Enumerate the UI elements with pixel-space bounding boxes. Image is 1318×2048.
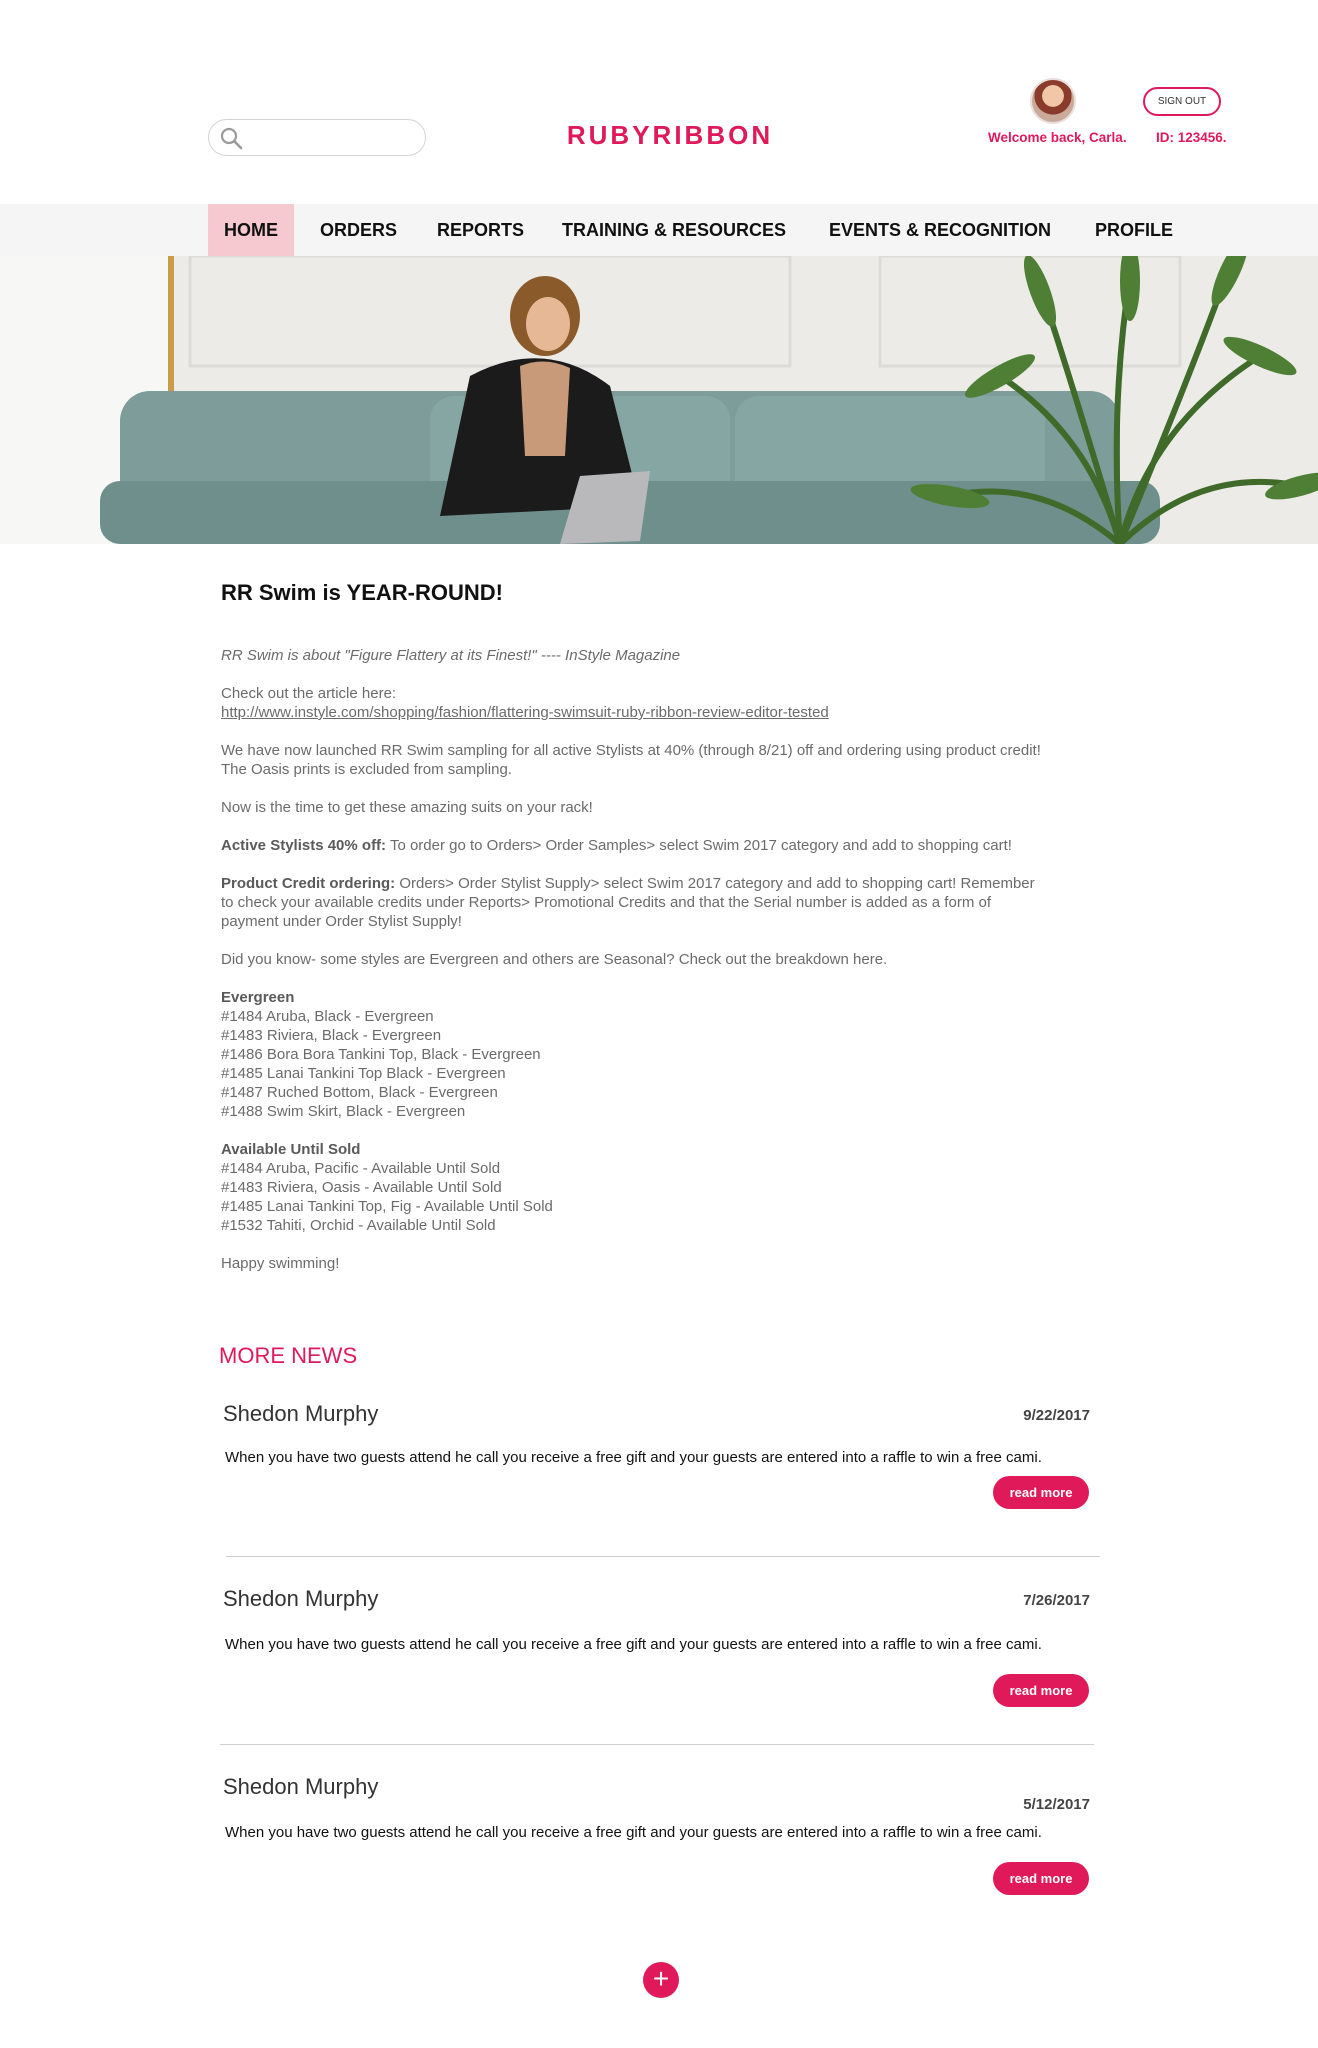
closing-text: Happy swimming! (221, 1255, 340, 1272)
news-date: 9/22/2017 (1023, 1407, 1090, 1424)
read-more-button[interactable]: read more (993, 1476, 1089, 1509)
divider (220, 1744, 1094, 1745)
list-item: #1486 Bora Bora Tankini Top, Black - Eve… (221, 1046, 541, 1063)
news-author: Shedon Murphy (223, 1401, 379, 1426)
list-item: #1487 Ruched Bottom, Black - Evergreen (221, 1084, 498, 1101)
launch-line-2: The Oasis prints is excluded from sampli… (221, 761, 512, 778)
article: RR Swim is YEAR-ROUND! RR Swim is about … (221, 580, 1101, 1292)
brand-logo[interactable]: RUBYRIBBON (520, 120, 820, 151)
product-credit-body-2: to check your available credits under Re… (221, 894, 991, 911)
active-stylists-text: Active Stylists 40% off: To order go to … (221, 836, 1101, 855)
more-news-title: MORE NEWS (219, 1343, 358, 1368)
active-stylists-body: To order go to Orders> Order Samples> se… (386, 837, 1012, 854)
nav-item-profile[interactable]: PROFILE (1095, 204, 1173, 256)
launch-text: We have now launched RR Swim sampling fo… (221, 741, 1101, 779)
welcome-text: Welcome back, Carla. (988, 130, 1127, 145)
nav-item-events-recognition[interactable]: EVENTS & RECOGNITION (829, 204, 1051, 256)
search-icon (220, 127, 243, 150)
list-item: #1483 Riviera, Oasis - Available Until S… (221, 1179, 502, 1196)
divider (226, 1556, 1100, 1557)
news-text: When you have two guests attend he call … (225, 1636, 1042, 1653)
plus-icon[interactable]: + (643, 1962, 679, 1998)
product-credit-body-3: payment under Order Stylist Supply! (221, 913, 462, 930)
now-time-text: Now is the time to get these amazing sui… (221, 799, 593, 816)
list-item: #1484 Aruba, Black - Evergreen (221, 1008, 434, 1025)
hero-image (0, 256, 1318, 544)
read-more-button[interactable]: read more (993, 1862, 1089, 1895)
news-date: 7/26/2017 (1023, 1592, 1090, 1609)
check-out-text: Check out the article here: (221, 685, 397, 702)
evergreen-list: Evergreen #1484 Aruba, Black - Evergreen… (221, 988, 1101, 1121)
article-title: RR Swim is YEAR-ROUND! (221, 580, 503, 605)
list-item: #1532 Tahiti, Orchid - Available Until S… (221, 1217, 496, 1234)
nav-item-reports[interactable]: REPORTS (437, 204, 524, 256)
did-you-know-text: Did you know- some styles are Evergreen … (221, 951, 888, 968)
news-text: When you have two guests attend he call … (225, 1824, 1042, 1841)
list-item: #1484 Aruba, Pacific - Available Until S… (221, 1160, 501, 1177)
hero-banner (0, 256, 1318, 544)
list-item: #1488 Swim Skirt, Black - Evergreen (221, 1103, 466, 1120)
list-item: #1485 Lanai Tankini Top, Fig - Available… (221, 1198, 553, 1215)
avatar[interactable] (1030, 78, 1076, 124)
read-more-button[interactable]: read more (993, 1674, 1089, 1707)
article-quote: RR Swim is about "Figure Flattery at its… (221, 647, 681, 664)
sign-out-button[interactable]: SIGN OUT (1143, 87, 1221, 116)
article-link[interactable]: http://www.instyle.com/shopping/fashion/… (221, 703, 1101, 722)
available-title: Available Until Sold (221, 1141, 361, 1158)
nav-item-home[interactable]: HOME (208, 204, 294, 256)
product-credit-text: Product Credit ordering: Orders> Order S… (221, 874, 1101, 931)
news-text: When you have two guests attend he call … (225, 1449, 1042, 1466)
launch-line-1: We have now launched RR Swim sampling fo… (221, 742, 1041, 759)
product-credit-label: Product Credit ordering: (221, 875, 396, 892)
product-credit-body-1: Orders> Order Stylist Supply> select Swi… (395, 875, 1035, 892)
member-id: ID: 123456. (1156, 130, 1227, 145)
header: RUBYRIBBON SIGN OUT Welcome back, Carla.… (0, 0, 1318, 204)
evergreen-title: Evergreen (221, 989, 295, 1006)
main-nav: HOME ORDERS REPORTS TRAINING & RESOURCES… (0, 204, 1318, 256)
nav-item-training-resources[interactable]: TRAINING & RESOURCES (562, 204, 786, 256)
nav-item-orders[interactable]: ORDERS (320, 204, 397, 256)
news-date: 5/12/2017 (1023, 1796, 1090, 1813)
active-stylists-label: Active Stylists 40% off: (221, 837, 387, 854)
list-item: #1483 Riviera, Black - Evergreen (221, 1027, 442, 1044)
article-link-block: Check out the article here: http://www.i… (221, 684, 1101, 722)
news-author: Shedon Murphy (223, 1774, 379, 1799)
news-author: Shedon Murphy (223, 1586, 379, 1611)
available-list: Available Until Sold #1484 Aruba, Pacifi… (221, 1140, 1101, 1235)
list-item: #1485 Lanai Tankini Top Black - Evergree… (221, 1065, 506, 1082)
search-input[interactable] (208, 119, 426, 156)
